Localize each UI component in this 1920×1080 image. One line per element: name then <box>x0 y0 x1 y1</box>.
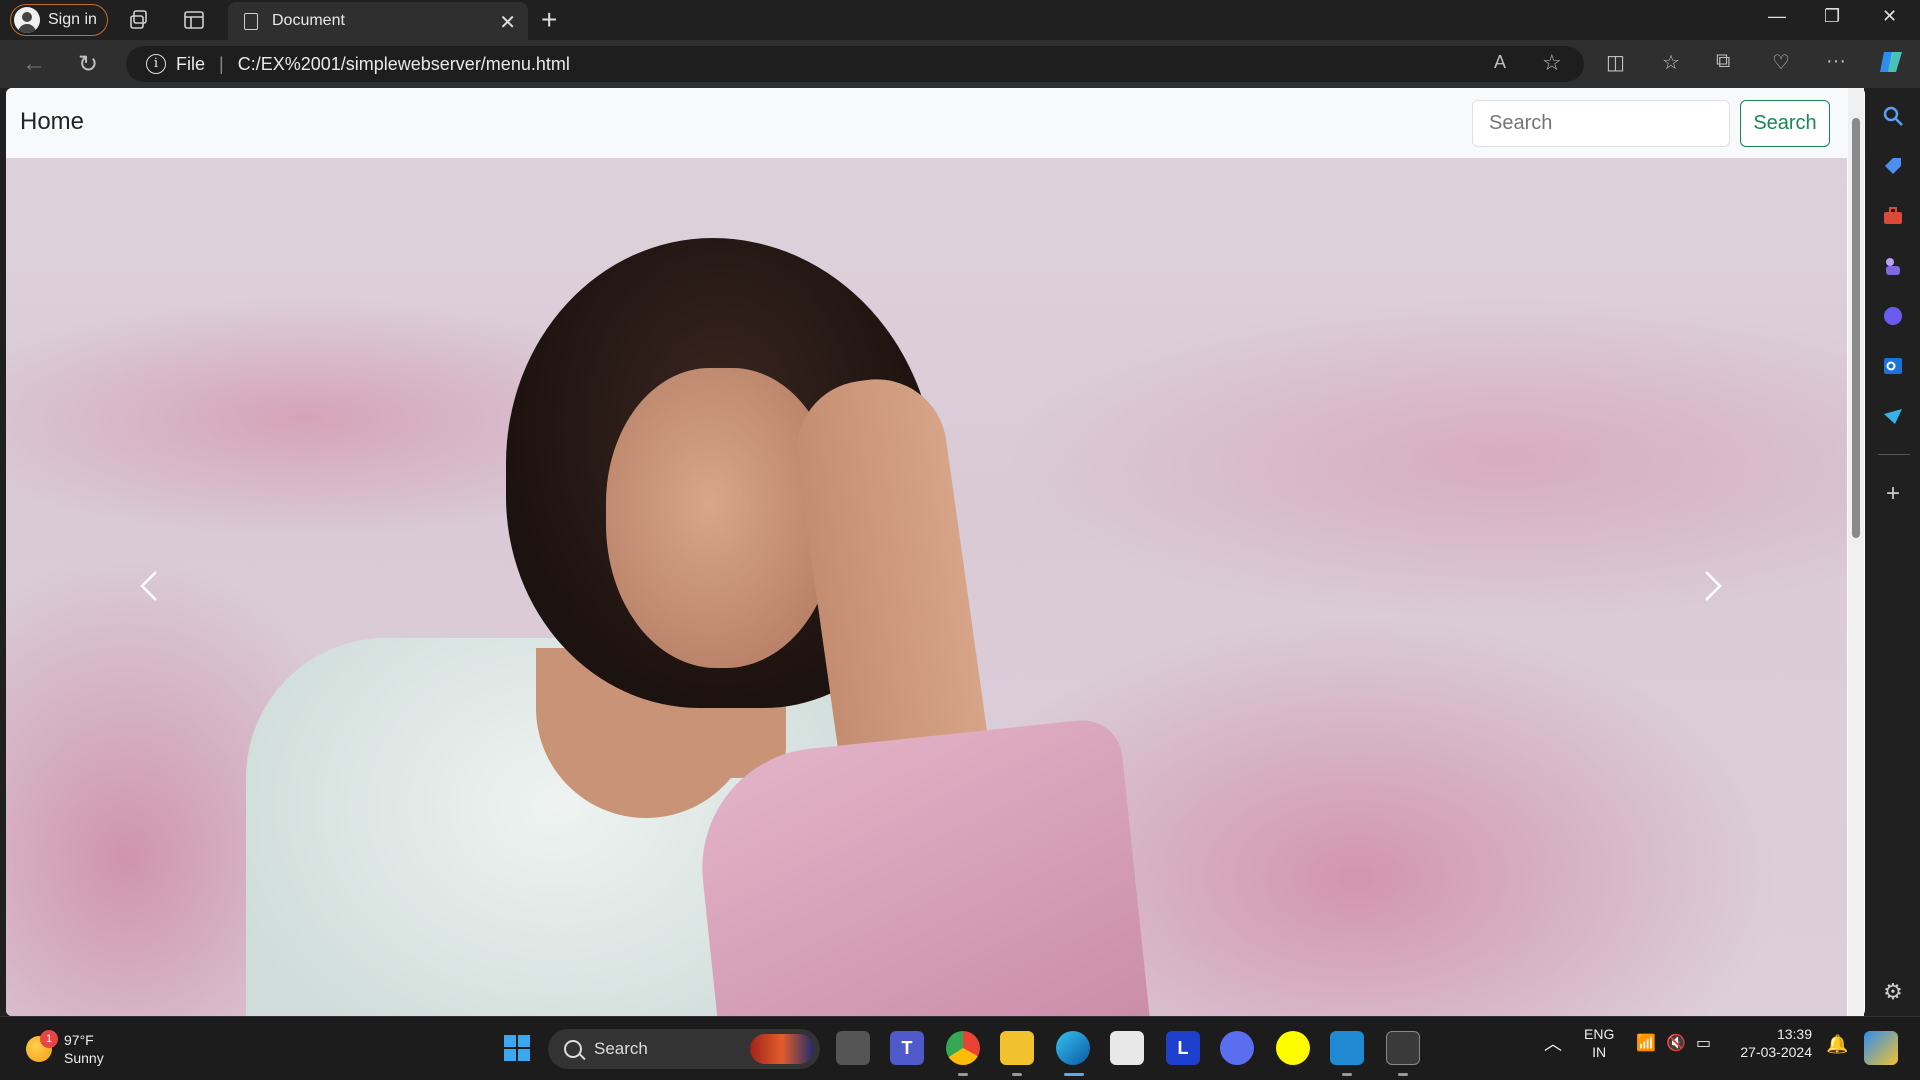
page-scrollbar[interactable] <box>1848 88 1864 1016</box>
microsoft-store-icon[interactable] <box>1110 1031 1144 1065</box>
browser-title-bar: Sign in Document ✕ + — ❐ ✕ <box>0 0 1920 40</box>
vscode-icon[interactable] <box>1330 1031 1364 1065</box>
new-tab-icon[interactable]: + <box>541 4 557 36</box>
temperature: 97°F <box>64 1032 94 1048</box>
close-tab-icon[interactable]: ✕ <box>499 10 516 35</box>
windows-start-icon[interactable] <box>500 1031 534 1065</box>
snapchat-icon[interactable] <box>1276 1031 1310 1065</box>
edge-sidebar: + ⚙ <box>1866 88 1920 1016</box>
sidebar-outlook-icon[interactable] <box>1881 354 1905 378</box>
close-window-icon[interactable]: ✕ <box>1882 6 1897 27</box>
explorer-running-indicator <box>1012 1073 1022 1076</box>
carousel-prev-icon[interactable] <box>130 566 170 606</box>
language-line2: IN <box>1592 1044 1607 1060</box>
notification-bell-icon[interactable]: 🔔 <box>1826 1035 1848 1053</box>
weather-condition: Sunny <box>64 1050 104 1066</box>
minimize-icon[interactable]: — <box>1768 6 1786 27</box>
search-input[interactable] <box>1472 100 1730 147</box>
taskbar-search-icon <box>564 1040 582 1058</box>
carousel-next-icon[interactable] <box>1692 566 1732 606</box>
page-navbar: Home Search <box>6 88 1865 158</box>
task-view-icon[interactable] <box>836 1031 870 1065</box>
show-hidden-icons-chevron-icon[interactable]: ︿ <box>1544 1035 1562 1053</box>
clock-date: 27-03-2024 <box>1740 1044 1812 1060</box>
refresh-icon[interactable]: ↻ <box>78 50 98 79</box>
sidebar-shopping-icon[interactable] <box>1881 154 1905 178</box>
vertical-tabs-icon[interactable] <box>182 8 206 32</box>
sidebar-copilot-apps-icon[interactable] <box>1881 304 1905 328</box>
terminal-icon[interactable] <box>1386 1031 1420 1065</box>
weather-widget[interactable]: 1 97°F Sunny <box>26 1030 104 1067</box>
clock-time: 13:39 <box>1776 1026 1812 1042</box>
wifi-icon[interactable]: 📶 <box>1636 1035 1656 1053</box>
sign-in-button[interactable]: Sign in <box>10 4 108 36</box>
sidebar-add-icon[interactable]: + <box>1881 482 1905 506</box>
language-line1: ENG <box>1584 1026 1615 1042</box>
more-options-icon[interactable]: ··· <box>1826 50 1846 73</box>
address-url: C:/EX%2001/simplewebserver/menu.html <box>237 53 570 74</box>
address-separator: | <box>219 53 224 74</box>
volume-muted-icon[interactable]: 🔇 <box>1666 1035 1686 1053</box>
l-app-icon[interactable]: L <box>1166 1031 1200 1065</box>
carousel-image <box>206 218 1206 1016</box>
document-icon <box>244 12 258 30</box>
search-button[interactable]: Search <box>1740 100 1830 147</box>
back-arrow-icon[interactable]: ← <box>22 50 46 78</box>
arc-app-icon[interactable] <box>1220 1031 1254 1065</box>
teams-icon[interactable]: T <box>890 1031 924 1065</box>
sign-in-label: Sign in <box>48 11 97 28</box>
web-page: Home Search <box>6 88 1865 1016</box>
terminal-running-indicator <box>1398 1073 1408 1076</box>
collections-icon[interactable]: ⧉ <box>1716 50 1730 73</box>
address-bar[interactable]: i File | C:/EX%2001/simplewebserver/menu… <box>126 46 1584 82</box>
read-aloud-icon[interactable]: A <box>1494 52 1506 73</box>
language-indicator[interactable]: ENG IN <box>1584 1025 1614 1061</box>
sidebar-settings-gear-icon[interactable]: ⚙ <box>1881 980 1905 1004</box>
sidebar-divider <box>1878 454 1910 455</box>
restore-icon[interactable]: ❐ <box>1824 6 1840 27</box>
windows-taskbar: 1 97°F Sunny Search T L ︿ ENG IN 📶 🔇 ▭ 1… <box>0 1016 1920 1080</box>
tab-title: Document <box>272 12 345 29</box>
chrome-icon[interactable] <box>946 1031 980 1065</box>
sidebar-search-icon[interactable] <box>1881 104 1905 128</box>
favorites-icon[interactable]: ☆ <box>1662 50 1680 75</box>
vscode-running-indicator <box>1342 1073 1352 1076</box>
browser-essentials-icon[interactable]: ♡ <box>1772 50 1790 75</box>
taskbar-search-label: Search <box>594 1039 648 1058</box>
copilot-taskbar-icon[interactable] <box>1864 1031 1898 1065</box>
sidebar-tools-icon[interactable] <box>1881 204 1905 228</box>
navbar-brand-home[interactable]: Home <box>20 108 84 136</box>
edge-active-indicator <box>1064 1073 1084 1076</box>
clock[interactable]: 13:39 27-03-2024 <box>1736 1025 1812 1061</box>
browser-toolbar: ← ↻ i File | C:/EX%2001/simplewebserver/… <box>0 40 1920 88</box>
notification-badge: 1 <box>40 1030 58 1048</box>
workspaces-icon[interactable] <box>128 8 152 32</box>
copilot-icon[interactable] <box>1878 48 1906 83</box>
image-face <box>606 368 836 668</box>
sidebar-send-icon[interactable] <box>1881 404 1905 428</box>
scrollbar-thumb[interactable] <box>1852 118 1860 538</box>
profile-avatar-icon <box>14 7 40 33</box>
chrome-running-indicator <box>958 1073 968 1076</box>
edge-icon[interactable] <box>1056 1031 1090 1065</box>
tab-document[interactable]: Document ✕ <box>228 2 528 40</box>
site-info-icon[interactable]: i <box>146 54 166 74</box>
address-scheme: File <box>176 53 206 74</box>
sidebar-games-icon[interactable] <box>1881 254 1905 278</box>
battery-icon[interactable]: ▭ <box>1696 1035 1711 1053</box>
file-explorer-icon[interactable] <box>1000 1031 1034 1065</box>
search-highlight-art <box>750 1034 814 1064</box>
image-carousel <box>6 158 1847 1016</box>
split-screen-icon[interactable]: ◫ <box>1606 50 1625 75</box>
taskbar-search[interactable]: Search <box>548 1029 820 1069</box>
favorite-star-icon[interactable]: ☆ <box>1542 50 1562 76</box>
sun-icon: 1 <box>26 1030 58 1062</box>
